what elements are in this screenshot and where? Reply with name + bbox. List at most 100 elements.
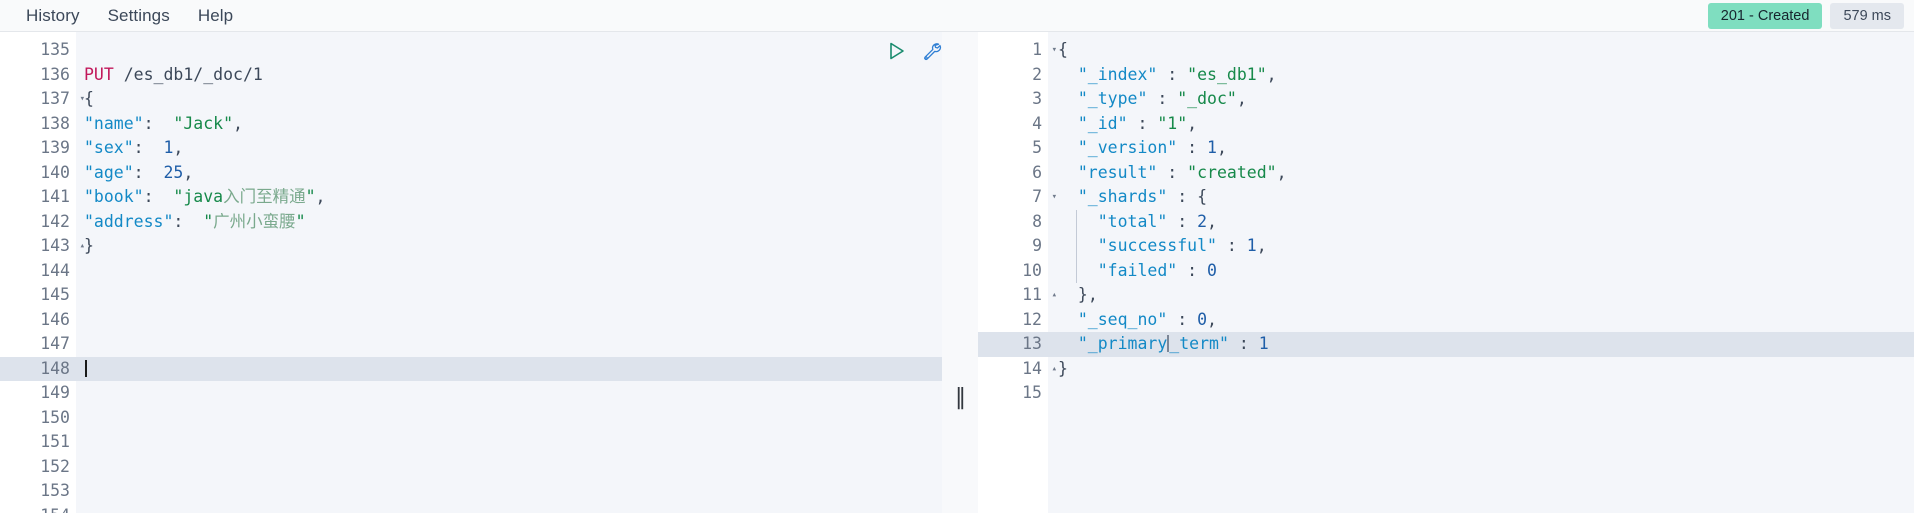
code-line[interactable]: "failed" : 0 bbox=[1048, 258, 1914, 283]
code-fold-toggle-icon[interactable]: ▾ bbox=[1045, 38, 1057, 63]
code-token: , bbox=[1216, 138, 1227, 157]
code-line[interactable]: { bbox=[76, 87, 942, 112]
code-token: , bbox=[233, 113, 243, 133]
request-editor-code[interactable]: PUT /es_db1/_doc/1{"name": "Jack", "sex":… bbox=[76, 32, 942, 513]
wrench-icon[interactable] bbox=[921, 40, 942, 62]
code-line[interactable]: "book": "java入门至精通", bbox=[76, 185, 942, 210]
code-token: 广州小蛮腰 bbox=[213, 211, 296, 231]
code-line[interactable]: "sex": 1, bbox=[76, 136, 942, 161]
code-fold-toggle-icon[interactable]: ▴ bbox=[73, 234, 85, 259]
response-viewer-code[interactable]: { "_index" : "es_db1", "_type" : "_doc",… bbox=[1048, 32, 1914, 513]
line-number: 15 bbox=[978, 381, 1048, 406]
line-number: 11 ▴ bbox=[978, 283, 1057, 308]
code-line[interactable] bbox=[76, 259, 942, 284]
menu-item-help[interactable]: Help bbox=[184, 3, 247, 29]
code-token: , bbox=[173, 138, 184, 157]
code-token: : bbox=[1147, 89, 1178, 108]
line-number-label: 10 bbox=[1022, 260, 1042, 280]
code-token: : bbox=[1157, 162, 1188, 182]
code-line[interactable]: "_shards" : { bbox=[1048, 185, 1914, 210]
code-token: : bbox=[1167, 309, 1198, 329]
code-token: , bbox=[1276, 162, 1287, 182]
line-number: 152 bbox=[0, 455, 76, 480]
code-line[interactable] bbox=[76, 504, 942, 513]
code-line[interactable] bbox=[76, 455, 942, 480]
code-token: : bbox=[1177, 260, 1208, 280]
line-number: 139 bbox=[0, 136, 76, 161]
code-line[interactable] bbox=[1048, 381, 1914, 406]
code-token: "_index" bbox=[1058, 64, 1158, 84]
response-viewer-pane[interactable]: 1 ▾ 2 3 4 5 6 7 ▾ 8 9 10 11 ▴ 12 13 14 ▴ 15 { "_index" : "… bbox=[978, 32, 1914, 513]
line-number: 149 bbox=[0, 381, 76, 406]
code-line[interactable]: "_index" : "es_db1", bbox=[1048, 63, 1914, 88]
code-line[interactable]: "age": 25, bbox=[76, 161, 942, 186]
code-line[interactable] bbox=[76, 430, 942, 455]
line-number-label: 150 bbox=[40, 407, 70, 427]
menu-item-settings[interactable]: Settings bbox=[94, 3, 184, 29]
code-line[interactable]: PUT /es_db1/_doc/1 bbox=[76, 63, 942, 88]
line-number: 12 bbox=[978, 308, 1048, 333]
response-status-area: 201 - Created 579 ms bbox=[1707, 0, 1904, 31]
code-line[interactable]: "_type" : "_doc", bbox=[1048, 87, 1914, 112]
code-token: "address" bbox=[84, 211, 174, 231]
editor-shell: 135 136 137 ▾ 138 139 140 141 142 143 ▴ 144 145 146 14… bbox=[0, 32, 1914, 513]
code-fold-toggle-icon[interactable]: ▾ bbox=[1045, 185, 1057, 210]
code-fold-toggle-icon[interactable]: ▾ bbox=[73, 87, 85, 112]
code-line[interactable]: "total" : 2, bbox=[1048, 209, 1914, 234]
code-token: , bbox=[1256, 236, 1267, 255]
pane-resize-handle[interactable]: ‖ bbox=[942, 32, 978, 513]
request-editor-pane[interactable]: 135 136 137 ▾ 138 139 140 141 142 143 ▴ 144 145 146 14… bbox=[0, 32, 942, 513]
code-line[interactable]: "_id" : "1", bbox=[1048, 112, 1914, 137]
code-line[interactable] bbox=[76, 283, 942, 308]
code-line[interactable]: "address": "广州小蛮腰" bbox=[76, 210, 942, 235]
line-number-label: 8 bbox=[1032, 211, 1042, 231]
code-line[interactable]: { bbox=[1048, 38, 1914, 63]
code-line[interactable] bbox=[76, 479, 942, 504]
code-line[interactable] bbox=[76, 38, 942, 63]
code-line[interactable] bbox=[76, 406, 942, 431]
line-number: 8 bbox=[978, 210, 1048, 235]
code-line[interactable] bbox=[76, 332, 942, 357]
line-number: 154 bbox=[0, 504, 76, 513]
indent-guide bbox=[1076, 234, 1077, 259]
resize-grip-icon[interactable]: ‖ bbox=[955, 387, 966, 409]
code-token: "created" bbox=[1187, 162, 1277, 182]
code-token: " bbox=[203, 211, 214, 231]
code-line[interactable] bbox=[76, 356, 942, 381]
line-number-label: 135 bbox=[40, 40, 70, 59]
code-line[interactable]: "_version" : 1, bbox=[1048, 136, 1914, 161]
code-line[interactable]: "name": "Jack", bbox=[76, 112, 942, 137]
code-fold-toggle-icon[interactable]: ▴ bbox=[1045, 357, 1057, 382]
line-number: 141 bbox=[0, 185, 76, 210]
line-number: 148 bbox=[0, 356, 76, 381]
code-line[interactable]: "successful" : 1, bbox=[1048, 234, 1914, 259]
line-number-label: 12 bbox=[1022, 309, 1042, 329]
play-icon[interactable] bbox=[886, 40, 908, 62]
code-fold-toggle-icon[interactable]: ▴ bbox=[1045, 283, 1057, 308]
code-token: 1 bbox=[1258, 334, 1269, 353]
line-number-label: 5 bbox=[1032, 138, 1042, 157]
line-number-label: 144 bbox=[40, 260, 70, 280]
code-line[interactable]: }, bbox=[1048, 283, 1914, 308]
line-number-label: 140 bbox=[40, 162, 70, 182]
code-token: : bbox=[1157, 64, 1188, 84]
menu-item-history[interactable]: History bbox=[12, 3, 94, 29]
code-line[interactable]: "_seq_no" : 0, bbox=[1048, 308, 1914, 333]
code-line[interactable]: "_primary _term" : 1 bbox=[1048, 332, 1914, 357]
code-line[interactable]: } bbox=[1048, 357, 1914, 382]
code-line[interactable] bbox=[76, 308, 942, 333]
line-number-label: 9 bbox=[1032, 236, 1042, 255]
code-token: } bbox=[1058, 358, 1068, 378]
line-number-label: 11 bbox=[1022, 285, 1042, 304]
code-token: } bbox=[1058, 285, 1088, 304]
code-token: , bbox=[1087, 285, 1098, 304]
code-line[interactable]: "result" : "created", bbox=[1048, 161, 1914, 186]
line-number: 4 bbox=[978, 112, 1048, 137]
menu-bar: History Settings Help 201 - Created 579 … bbox=[0, 0, 1914, 32]
code-line[interactable] bbox=[76, 381, 942, 406]
line-number: 137 ▾ bbox=[0, 87, 85, 112]
code-token: "sex" bbox=[84, 138, 134, 157]
line-number: 14 ▴ bbox=[978, 357, 1057, 382]
code-line[interactable]: } bbox=[76, 234, 942, 259]
indent-guide bbox=[1076, 209, 1077, 234]
